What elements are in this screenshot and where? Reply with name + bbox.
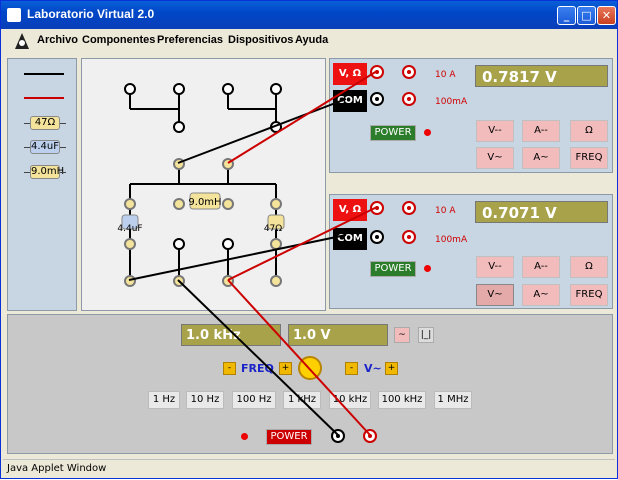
palette-capacitor[interactable]: 4.4uF bbox=[24, 140, 66, 154]
jack-com-label: COM bbox=[333, 228, 367, 250]
amp-10-label: 10 A bbox=[435, 206, 456, 216]
mode-freq[interactable]: FREQ bbox=[570, 284, 608, 306]
jack-100ma[interactable] bbox=[402, 92, 416, 106]
black-wire-tool[interactable] bbox=[24, 73, 64, 75]
power-led bbox=[424, 265, 431, 272]
palette-inductor[interactable]: 9.0mH bbox=[24, 165, 66, 179]
multimeter-2: V, Ω 10 A COM 100mA 0.7071 V POWER V-- A… bbox=[329, 194, 613, 309]
board-resistor-label: 47Ω bbox=[264, 224, 282, 234]
java-icon bbox=[7, 8, 21, 22]
amplitude-knob[interactable] bbox=[298, 356, 322, 380]
volt-decrease-button[interactable]: - bbox=[345, 362, 358, 375]
meter-power-button[interactable]: POWER bbox=[370, 125, 416, 141]
mode-ac-volts[interactable]: V~ bbox=[476, 147, 514, 169]
jack-com[interactable] bbox=[370, 230, 384, 244]
window-title: Laboratorio Virtual 2.0 bbox=[27, 7, 155, 21]
amp-100-label: 100mA bbox=[435, 97, 468, 107]
board-capacitor-label: 4.4uF bbox=[117, 224, 142, 234]
menu-archivo[interactable]: Archivo bbox=[37, 34, 78, 46]
multimeter-1: V, Ω 10 A COM 100mA 0.7817 V POWER V-- A… bbox=[329, 58, 613, 173]
jack-100ma[interactable] bbox=[402, 230, 416, 244]
jack-com-label: COM bbox=[333, 90, 367, 112]
menu-componentes[interactable]: Componentes bbox=[82, 34, 155, 46]
square-wave-button[interactable]: |_| bbox=[418, 327, 434, 343]
jack-v-ohm[interactable] bbox=[370, 201, 384, 215]
generator-jack-red[interactable] bbox=[363, 429, 377, 443]
volt-label: V~ bbox=[364, 362, 382, 375]
sine-wave-button[interactable]: ~ bbox=[394, 327, 410, 343]
meter-display: 0.7071 V bbox=[475, 201, 608, 223]
amp-100-label: 100mA bbox=[435, 235, 468, 245]
circuit-board[interactable]: 9.0mH 4.4uF 47Ω bbox=[81, 58, 326, 311]
meter-display: 0.7817 V bbox=[475, 65, 608, 87]
mode-freq[interactable]: FREQ bbox=[570, 147, 608, 169]
jack-10a[interactable] bbox=[402, 65, 416, 79]
freq-increase-button[interactable]: + bbox=[279, 362, 292, 375]
mode-dc-volts[interactable]: V-- bbox=[476, 256, 514, 278]
generator-volt-display: 1.0 V bbox=[288, 324, 388, 346]
amp-10-label: 10 A bbox=[435, 70, 456, 80]
range-10khz-button[interactable]: 10 kHz bbox=[329, 391, 371, 409]
circuit-schematic: 9.0mH 4.4uF 47Ω bbox=[117, 83, 285, 287]
red-wire-tool[interactable] bbox=[24, 97, 64, 99]
freq-label: FREQ bbox=[241, 362, 274, 375]
jack-v-ohm[interactable] bbox=[370, 65, 384, 79]
mode-ac-amps[interactable]: A~ bbox=[522, 147, 560, 169]
board-inductor-label: 9.0mH bbox=[188, 197, 221, 208]
range-100khz-button[interactable]: 100 kHz bbox=[378, 391, 426, 409]
mode-dc-amps[interactable]: A-- bbox=[522, 256, 560, 278]
mode-dc-amps[interactable]: A-- bbox=[522, 120, 560, 142]
jack-10a[interactable] bbox=[402, 201, 416, 215]
minimize-button[interactable]: _ bbox=[557, 6, 576, 25]
range-100hz-button[interactable]: 100 Hz bbox=[232, 391, 276, 409]
generator-freq-display: 1.0 kHz bbox=[181, 324, 281, 346]
range-1mhz-button[interactable]: 1 MHz bbox=[434, 391, 472, 409]
range-1khz-button[interactable]: 1 kHz bbox=[283, 391, 321, 409]
title-bar[interactable]: Laboratorio Virtual 2.0 _ □ ✕ bbox=[1, 1, 617, 29]
range-10hz-button[interactable]: 10 Hz bbox=[186, 391, 224, 409]
menu-dispositivos[interactable]: Dispositivos bbox=[228, 34, 293, 46]
mode-ac-amps[interactable]: A~ bbox=[522, 284, 560, 306]
menu-bar: Archivo Componentes Preferencias Disposi… bbox=[3, 30, 615, 52]
palette-resistor[interactable]: 47Ω bbox=[24, 116, 66, 130]
generator-power-button[interactable]: POWER bbox=[266, 429, 312, 445]
menu-preferencias[interactable]: Preferencias bbox=[157, 34, 223, 46]
maximize-button[interactable]: □ bbox=[577, 6, 596, 25]
function-generator: 1.0 kHz 1.0 V ~ |_| - FREQ + - V~ + 1 Hz… bbox=[7, 314, 613, 454]
generator-power-led bbox=[241, 433, 248, 440]
volt-increase-button[interactable]: + bbox=[385, 362, 398, 375]
mode-ac-volts[interactable]: V~ bbox=[476, 284, 514, 306]
jack-v-label: V, Ω bbox=[333, 199, 367, 221]
app-window: Laboratorio Virtual 2.0 _ □ ✕ Archivo Co… bbox=[0, 0, 618, 479]
range-1hz-button[interactable]: 1 Hz bbox=[148, 391, 180, 409]
power-led bbox=[424, 129, 431, 136]
mode-ohms[interactable]: Ω bbox=[570, 120, 608, 142]
mode-dc-volts[interactable]: V-- bbox=[476, 120, 514, 142]
jack-v-label: V, Ω bbox=[333, 63, 367, 85]
app-logo-icon bbox=[15, 33, 29, 49]
status-bar: Java Applet Window bbox=[3, 459, 615, 477]
jack-com[interactable] bbox=[370, 92, 384, 106]
close-button[interactable]: ✕ bbox=[597, 6, 616, 25]
meter-power-button[interactable]: POWER bbox=[370, 261, 416, 277]
menu-ayuda[interactable]: Ayuda bbox=[295, 34, 328, 46]
component-palette: 47Ω 4.4uF 9.0mH bbox=[7, 58, 77, 311]
mode-ohms[interactable]: Ω bbox=[570, 256, 608, 278]
generator-jack-black[interactable] bbox=[331, 429, 345, 443]
freq-decrease-button[interactable]: - bbox=[223, 362, 236, 375]
